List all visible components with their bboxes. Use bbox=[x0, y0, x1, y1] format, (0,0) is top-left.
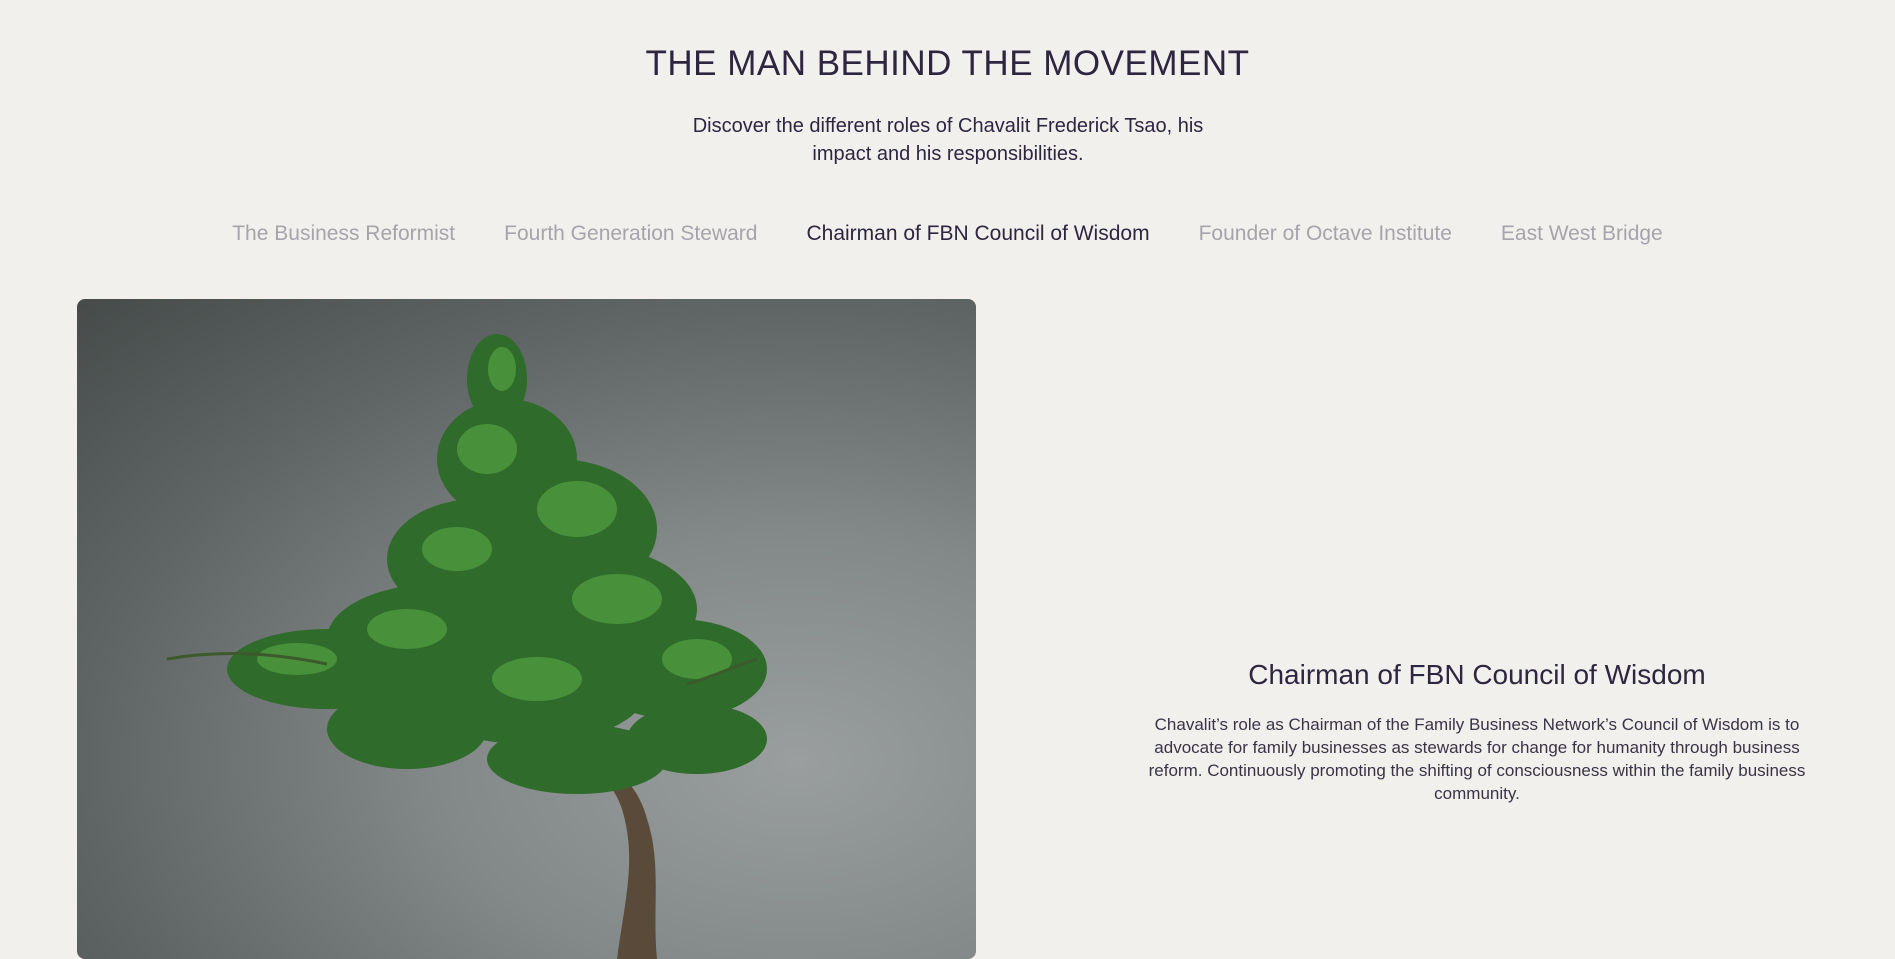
role-title: Chairman of FBN Council of Wisdom bbox=[1248, 659, 1706, 690]
tab-chairman-fbn-council[interactable]: Chairman of FBN Council of Wisdom bbox=[806, 219, 1149, 249]
bonsai-tree-image bbox=[77, 299, 976, 959]
tab-fourth-generation-steward[interactable]: Fourth Generation Steward bbox=[504, 219, 757, 249]
page-subtitle: Discover the different roles of Chavalit… bbox=[692, 115, 1204, 165]
bonsai-illustration bbox=[166, 334, 767, 959]
role-description: Chavalit’s role as Chairman of the Famil… bbox=[1148, 715, 1806, 803]
tab-founder-octave-institute[interactable]: Founder of Octave Institute bbox=[1199, 219, 1452, 249]
page-title: THE MAN BEHIND THE MOVEMENT bbox=[645, 44, 1250, 83]
tab-business-reformist[interactable]: The Business Reformist bbox=[232, 219, 455, 249]
role-detail: Chairman of FBN Council of Wisdom Chaval… bbox=[1132, 655, 1822, 805]
tab-east-west-bridge[interactable]: East West Bridge bbox=[1501, 219, 1663, 249]
role-tabs: The Business Reformist Fourth Generation… bbox=[0, 219, 1895, 249]
